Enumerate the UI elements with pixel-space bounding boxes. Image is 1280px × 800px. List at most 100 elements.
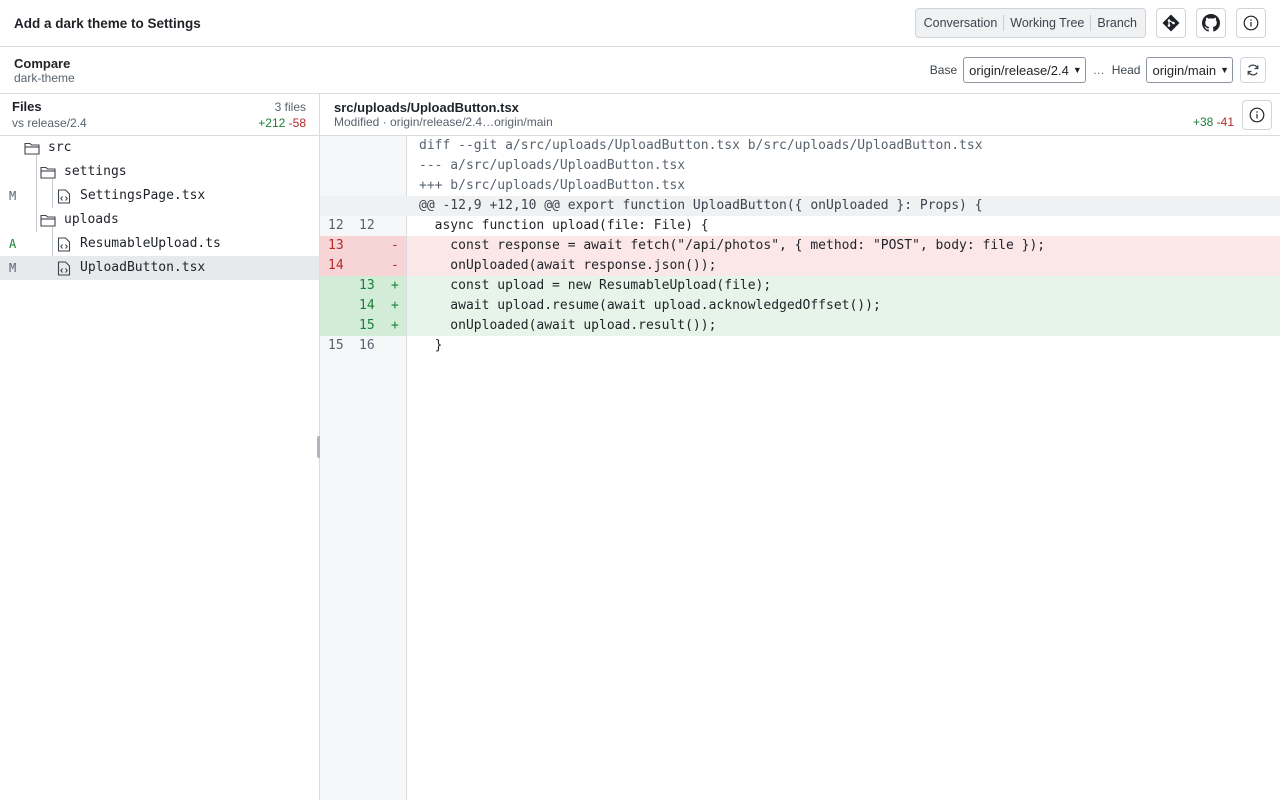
tree-item-label: UploadButton.tsx: [80, 260, 206, 275]
diff-additions: +38: [1192, 115, 1214, 129]
code-text: onUploaded(await response.json());: [419, 258, 717, 273]
tree-file-resumableupload[interactable]: A ResumableUpload.ts: [0, 232, 319, 256]
chevron-down-icon: ▼: [1220, 65, 1229, 75]
head-select-value: origin/main: [1152, 62, 1217, 78]
old-line-number: 15: [328, 338, 344, 353]
compare-summary: Compare dark-theme: [14, 56, 75, 85]
tree-folder-settings[interactable]: settings: [0, 160, 319, 184]
files-deletions: -58: [288, 116, 306, 130]
new-line-number: 12: [359, 218, 375, 233]
file-code-icon: [57, 261, 71, 280]
diff-file-header: src/uploads/UploadButton.tsx Modified · …: [320, 94, 1280, 136]
code-text: @@ -12,9 +12,10 @@ export function Uploa…: [419, 198, 983, 213]
compare-branch: dark-theme: [14, 70, 75, 85]
files-additions: +212: [258, 116, 286, 130]
folder-icon: [24, 141, 40, 159]
diff-file-meta: Modified · origin/release/2.4…origin/mai…: [334, 115, 553, 129]
compare-controls: Base origin/release/2.4 ▼ … Head origin/…: [930, 57, 1266, 83]
new-line-number: 14: [359, 298, 375, 313]
new-line-number: 16: [359, 338, 375, 353]
code-text: diff --git a/src/uploads/UploadButton.ts…: [419, 138, 983, 153]
files-header: Files vs release/2.4 3 files +212 -58: [0, 94, 319, 136]
compare-bar: Compare dark-theme Base origin/release/2…: [0, 47, 1280, 94]
file-status-modified: M: [9, 189, 17, 203]
diff-meta-line: +++ b/src/uploads/UploadButton.tsx: [320, 176, 1280, 196]
diff-view: diff --git a/src/uploads/UploadButton.ts…: [320, 136, 1280, 800]
chevron-down-icon: ▼: [1072, 65, 1082, 75]
diff-meta-line: --- a/src/uploads/UploadButton.tsx: [320, 156, 1280, 176]
code-text: const response = await fetch("/api/photo…: [419, 238, 1046, 253]
diff-deleted-line: 13 - const response = await fetch("/api/p…: [320, 236, 1280, 256]
diff-deletions: -41: [1216, 115, 1234, 129]
head-select[interactable]: origin/main ▼: [1146, 57, 1233, 83]
files-panel: Files vs release/2.4 3 files +212 -58 sr…: [0, 94, 320, 800]
files-count: 3 files: [274, 100, 306, 114]
diff-deleted-line: 14 - onUploaded(await response.json());: [320, 256, 1280, 276]
file-status-added: A: [9, 237, 17, 251]
old-line-number: 13: [328, 238, 344, 253]
tab-working-tree[interactable]: Working Tree: [1003, 15, 1090, 31]
old-line-number: 12: [328, 218, 344, 233]
folder-icon: [40, 165, 56, 183]
compare-title: Compare: [14, 55, 71, 71]
diff-added-line: 15 + onUploaded(await upload.result());: [320, 316, 1280, 336]
base-label: Base: [929, 63, 958, 77]
head-label: Head: [1111, 63, 1141, 77]
code-text: }: [419, 338, 443, 353]
diff-marker: +: [391, 278, 399, 293]
tab-conversation[interactable]: Conversation: [918, 15, 1004, 31]
tree-item-label: uploads: [64, 212, 119, 227]
diff-marker: -: [391, 238, 399, 253]
new-line-number: 15: [359, 318, 375, 333]
file-code-icon: [57, 189, 71, 208]
base-select-value: origin/release/2.4: [969, 62, 1069, 78]
tree-file-settingspage[interactable]: M SettingsPage.tsx: [0, 184, 319, 208]
tree-item-label: src: [48, 140, 72, 155]
old-line-number: 14: [328, 258, 344, 273]
top-bar: Add a dark theme to Settings Conversatio…: [0, 0, 1280, 47]
diff-marker: +: [391, 318, 399, 333]
page-title: Add a dark theme to Settings: [14, 15, 201, 31]
info-icon: [1249, 107, 1265, 123]
tab-branch[interactable]: Branch: [1090, 15, 1143, 31]
file-info-button[interactable]: [1242, 100, 1272, 130]
tree-item-label: settings: [64, 164, 127, 179]
diff-panel: src/uploads/UploadButton.tsx Modified · …: [320, 94, 1280, 800]
folder-icon: [40, 213, 56, 231]
view-switcher: Conversation Working Tree Branch: [914, 8, 1146, 38]
diff-context-line: 15 16 }: [320, 336, 1280, 356]
github-button[interactable]: [1196, 8, 1226, 38]
diff-hunk-header: @@ -12,9 +12,10 @@ export function Uploa…: [320, 196, 1280, 216]
github-icon: [1202, 14, 1220, 32]
diff-marker: -: [391, 258, 399, 273]
top-actions: Conversation Working Tree Branch: [914, 8, 1266, 38]
tree-folder-src[interactable]: src: [0, 136, 319, 160]
file-tree: src settings M SettingsPage.tsx uploads …: [0, 136, 319, 280]
diff-file-stats: +38 -41: [1193, 115, 1234, 129]
diff-marker: +: [391, 298, 399, 313]
tree-item-label: ResumableUpload.ts: [80, 236, 221, 251]
code-text: async function upload(file: File) {: [419, 218, 709, 233]
code-text: const upload = new ResumableUpload(file)…: [419, 278, 772, 293]
tree-item-label: SettingsPage.tsx: [80, 188, 206, 203]
code-text: await upload.resume(await upload.acknowl…: [419, 298, 881, 313]
diff-added-line: 13 + const upload = new ResumableUpload(f…: [320, 276, 1280, 296]
git-button[interactable]: [1156, 8, 1186, 38]
code-text: --- a/src/uploads/UploadButton.tsx: [419, 158, 686, 173]
diff-context-line: 12 12 async function upload(file: File) {: [320, 216, 1280, 236]
file-code-icon: [57, 237, 71, 256]
diff-added-line: 14 + await upload.resume(await upload.ack…: [320, 296, 1280, 316]
code-text: +++ b/src/uploads/UploadButton.tsx: [419, 178, 686, 193]
tree-folder-uploads[interactable]: uploads: [0, 208, 319, 232]
info-button[interactable]: [1236, 8, 1266, 38]
refresh-icon: [1247, 64, 1259, 76]
refresh-button[interactable]: [1240, 57, 1266, 83]
git-icon: [1162, 14, 1180, 32]
info-icon: [1243, 15, 1259, 31]
base-select[interactable]: origin/release/2.4 ▼: [963, 57, 1086, 83]
file-status-modified: M: [9, 261, 17, 275]
range-separator: …: [1092, 63, 1105, 77]
files-title: Files: [12, 99, 42, 114]
tree-file-uploadbutton[interactable]: M UploadButton.tsx: [0, 256, 319, 280]
files-stats: +212 -58: [258, 116, 306, 130]
